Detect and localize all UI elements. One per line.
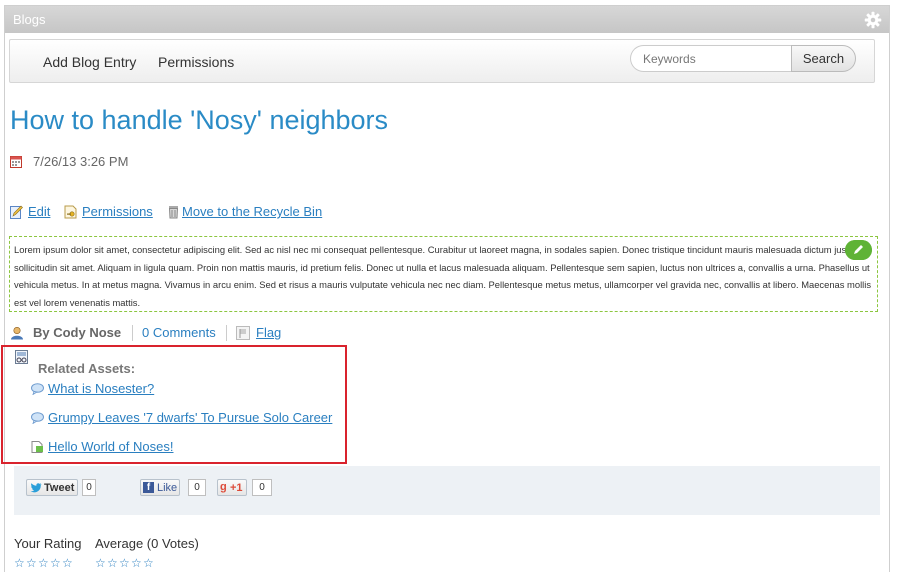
social-bar: Tweet 0 f Like 0 g +1 0 <box>14 466 880 515</box>
related-assets-header: Related Assets: <box>38 361 136 376</box>
plusone-count: 0 <box>252 479 272 496</box>
comment-icon <box>31 412 44 424</box>
meta-separator <box>132 325 133 341</box>
permissions-icon <box>64 205 77 219</box>
plusone-button[interactable]: g +1 <box>217 479 247 496</box>
average-rating-label: Average (0 Votes) <box>95 536 199 551</box>
star-icon: ☆ <box>107 556 118 570</box>
average-rating-stars: ☆☆☆☆☆ <box>95 554 155 570</box>
related-asset-link[interactable]: Hello World of Noses! <box>48 439 173 454</box>
entry-title[interactable]: How to handle 'Nosy' neighbors <box>10 105 388 136</box>
calendar-icon <box>10 156 22 168</box>
plusone-label: +1 <box>230 482 243 494</box>
search-button[interactable]: Search <box>791 45 856 72</box>
star-icon[interactable]: ☆ <box>38 557 50 569</box>
gear-icon[interactable] <box>864 11 882 29</box>
like-count: 0 <box>188 479 206 496</box>
facebook-icon: f <box>143 482 154 493</box>
like-button[interactable]: f Like <box>140 479 180 496</box>
comment-icon <box>31 383 44 395</box>
flag-icon <box>236 326 250 340</box>
meta-separator <box>226 325 227 341</box>
document-icon <box>31 441 43 453</box>
portlet-title: Blogs <box>13 12 46 27</box>
your-rating-stars[interactable]: ☆☆☆☆☆ <box>14 554 74 569</box>
related-asset-link[interactable]: Grumpy Leaves '7 dwarfs' To Pursue Solo … <box>48 410 332 425</box>
entry-date: 7/26/13 3:26 PM <box>33 154 129 169</box>
related-asset-link[interactable]: What is Nosester? <box>48 381 154 396</box>
google-plus-icon: g <box>220 481 227 493</box>
star-icon[interactable]: ☆ <box>26 557 38 569</box>
star-icon: ☆ <box>143 556 154 570</box>
pencil-icon[interactable] <box>845 240 872 260</box>
twitter-bird-icon <box>30 483 42 493</box>
edit-icon <box>10 205 23 219</box>
tweet-button[interactable]: Tweet <box>26 479 78 496</box>
search-form: Search <box>630 45 856 73</box>
user-icon <box>11 326 23 340</box>
asset-icon <box>15 350 28 364</box>
portlet-titlebar: Blogs <box>5 6 889 33</box>
like-label: Like <box>157 482 178 494</box>
recycle-bin-link[interactable]: Move to the Recycle Bin <box>182 204 322 219</box>
trash-icon <box>168 206 179 219</box>
star-icon[interactable]: ☆ <box>50 557 62 569</box>
star-icon: ☆ <box>95 556 106 570</box>
edit-link[interactable]: Edit <box>28 204 50 219</box>
star-icon[interactable]: ☆ <box>62 557 74 569</box>
your-rating-label: Your Rating <box>14 536 82 551</box>
entry-content: Lorem ipsum dolor sit amet, consectetur … <box>9 236 878 312</box>
comments-link[interactable]: 0 Comments <box>142 325 216 340</box>
blog-toolbar: Add Blog Entry Permissions Search <box>9 39 875 83</box>
star-icon[interactable]: ☆ <box>14 557 26 569</box>
tweet-count: 0 <box>82 479 96 496</box>
star-icon: ☆ <box>131 556 142 570</box>
flag-link[interactable]: Flag <box>256 325 281 340</box>
permissions-link[interactable]: Permissions <box>82 204 153 219</box>
toolbar-permissions-button[interactable]: Permissions <box>158 54 234 70</box>
search-input[interactable] <box>630 45 792 72</box>
related-assets-panel: Related Assets: What is Nosester? Grumpy… <box>1 345 347 464</box>
tweet-label: Tweet <box>44 482 75 494</box>
entry-author: By Cody Nose <box>33 325 122 340</box>
add-blog-entry-button[interactable]: Add Blog Entry <box>43 54 136 70</box>
star-icon: ☆ <box>119 556 130 570</box>
